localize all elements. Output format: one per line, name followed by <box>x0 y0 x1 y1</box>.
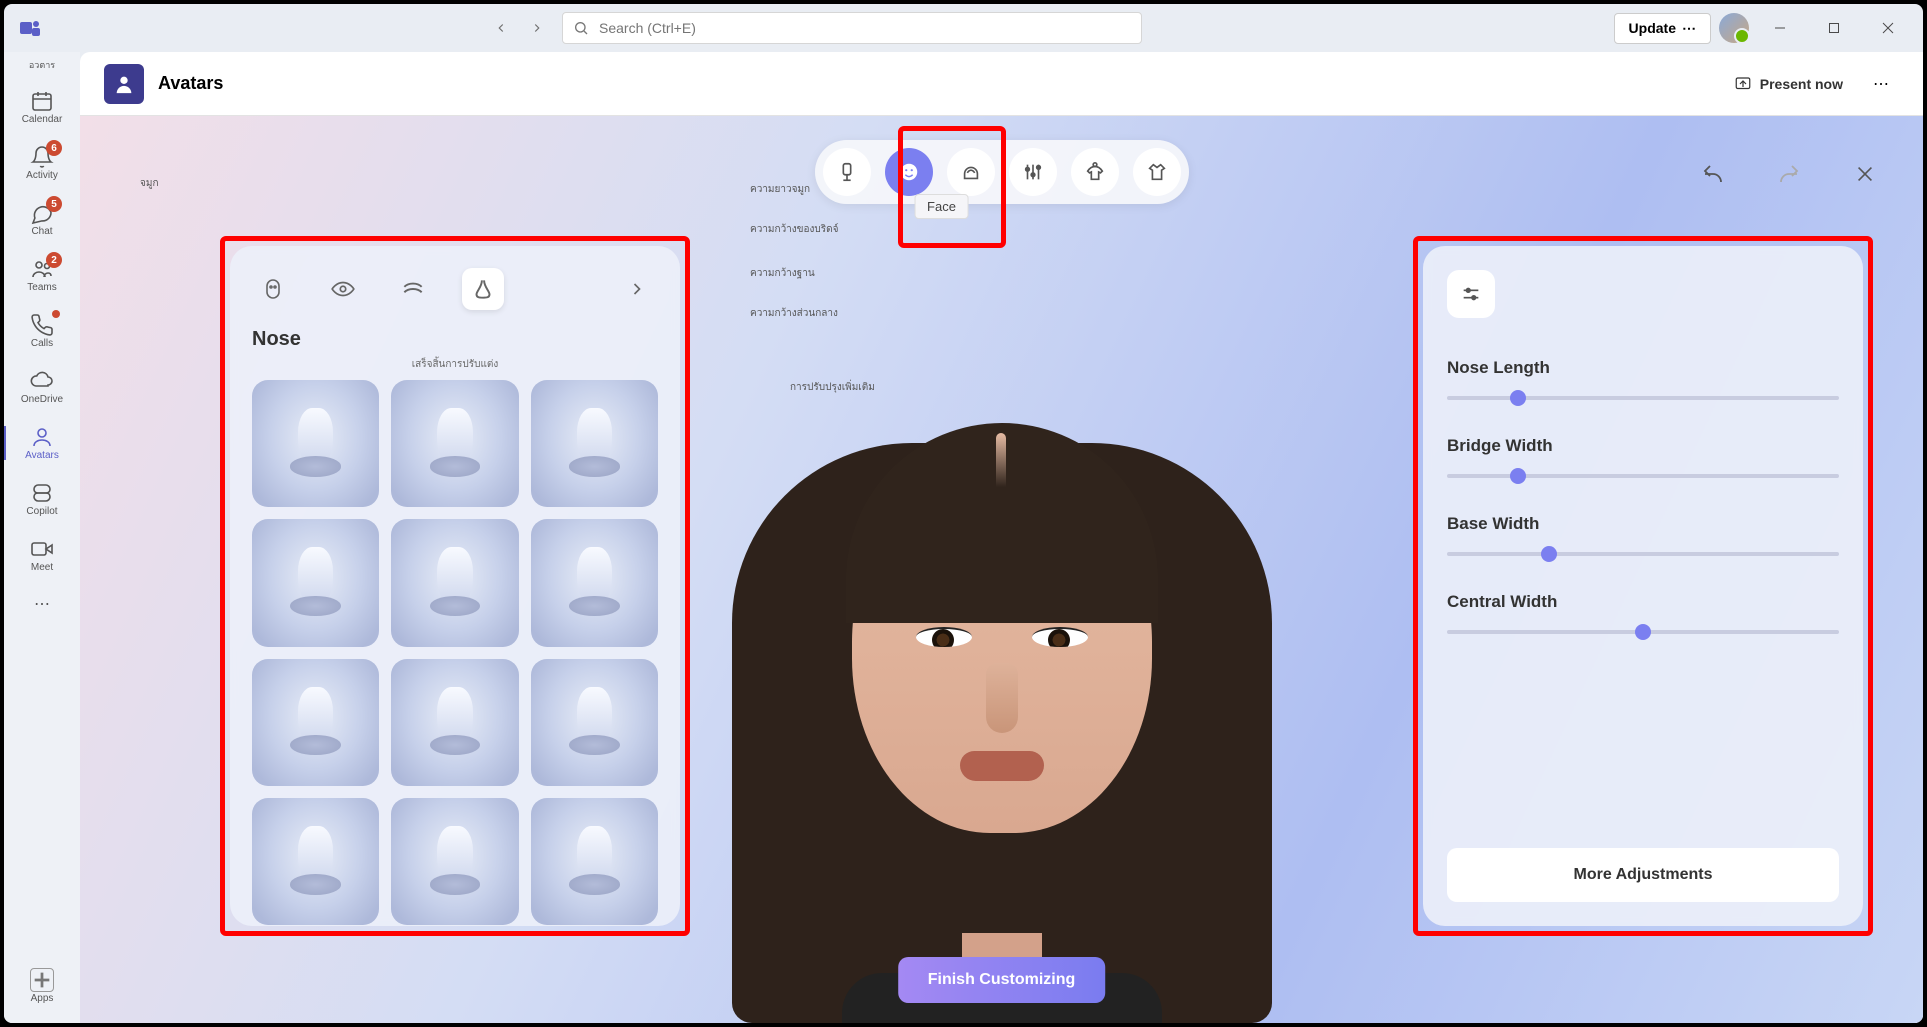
rail-chat[interactable]: 5 Chat <box>4 192 80 246</box>
avatar-canvas: จมูก ความยาวจมูก ความกว้างของบริดจ์ ความ… <box>80 116 1923 1023</box>
rail-calendar[interactable]: Calendar <box>4 80 80 134</box>
more-icon: ⋯ <box>1682 20 1696 37</box>
rail-more[interactable]: ⋯ <box>4 584 80 624</box>
present-now-button[interactable]: Present now <box>1724 69 1853 99</box>
badge: 5 <box>46 196 62 212</box>
category-appearance[interactable] <box>1009 148 1057 196</box>
rail-top-label: อวตาร <box>29 58 55 72</box>
back-button[interactable] <box>486 13 516 43</box>
rail-meet[interactable]: Meet <box>4 528 80 582</box>
rail-teams[interactable]: 2 Teams <box>4 248 80 302</box>
label: ความยาวจมูก <box>750 182 810 197</box>
category-wardrobe[interactable] <box>1071 148 1119 196</box>
avatar-preview[interactable] <box>722 383 1282 1023</box>
badge: 2 <box>46 252 62 268</box>
search-icon <box>573 20 589 36</box>
update-label: Update <box>1629 20 1676 36</box>
highlight-right-panel <box>1413 236 1873 936</box>
close-button[interactable] <box>1865 12 1911 44</box>
redo-button[interactable] <box>1771 156 1807 192</box>
canvas-controls <box>1695 156 1883 192</box>
finish-customizing-button[interactable]: Finish Customizing <box>898 957 1106 1003</box>
close-customizer-button[interactable] <box>1847 156 1883 192</box>
minimize-button[interactable] <box>1757 12 1803 44</box>
label: จมูก <box>140 176 159 191</box>
rail-calls[interactable]: Calls <box>4 304 80 358</box>
label: ความกว้างของบริดจ์ <box>750 222 838 237</box>
highlight-face-category <box>898 126 1006 248</box>
rail-avatars[interactable]: Avatars <box>4 416 80 470</box>
rail-apps[interactable]: Apps <box>4 959 80 1013</box>
category-body[interactable] <box>823 148 871 196</box>
apps-icon <box>30 968 54 992</box>
search-input[interactable] <box>599 20 1131 36</box>
app-rail: อวตาร Calendar 6 Activity 5 Chat 2 Teams <box>4 52 80 1023</box>
badge-dot <box>52 310 60 318</box>
rail-copilot[interactable]: Copilot <box>4 472 80 526</box>
maximize-button[interactable] <box>1811 12 1857 44</box>
rail-onedrive[interactable]: OneDrive <box>4 360 80 414</box>
undo-button[interactable] <box>1695 156 1731 192</box>
badge: 6 <box>46 140 62 156</box>
category-clothing[interactable] <box>1133 148 1181 196</box>
highlight-left-panel <box>220 236 690 936</box>
forward-button[interactable] <box>522 13 552 43</box>
rail-activity[interactable]: 6 Activity <box>4 136 80 190</box>
update-button[interactable]: Update ⋯ <box>1614 13 1711 44</box>
title-bar: Update ⋯ <box>4 4 1923 52</box>
avatars-app-icon <box>104 64 144 104</box>
page-header: Avatars Present now ⋯ <box>80 52 1923 116</box>
search-box[interactable] <box>562 12 1142 44</box>
content-area: Avatars Present now ⋯ จมูก ความยาวจมูก ค… <box>80 52 1923 1023</box>
present-icon <box>1734 75 1752 93</box>
header-more-button[interactable]: ⋯ <box>1863 66 1899 102</box>
page-title: Avatars <box>158 73 223 94</box>
label: ความกว้างฐาน <box>750 266 815 281</box>
label: ความกว้างส่วนกลาง <box>750 306 838 321</box>
user-avatar[interactable] <box>1719 13 1749 43</box>
teams-logo-icon <box>16 14 44 42</box>
